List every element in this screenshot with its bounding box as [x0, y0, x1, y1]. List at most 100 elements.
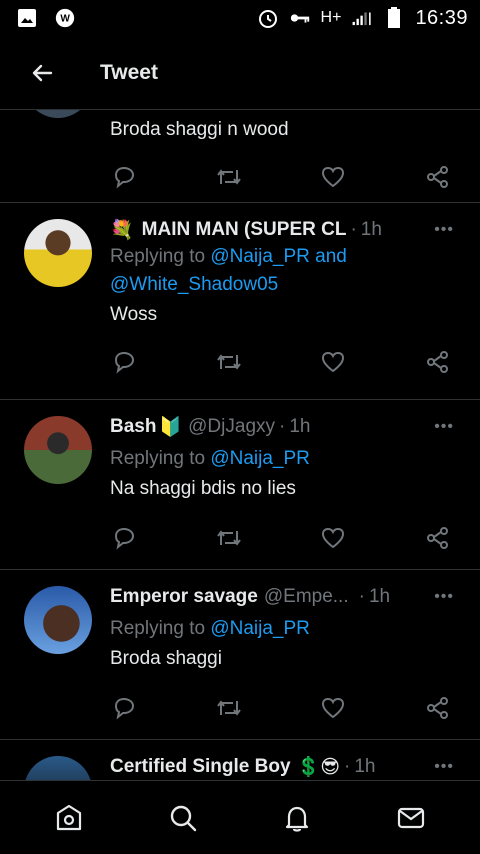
messages-icon	[397, 807, 425, 828]
timestamp[interactable]: 1h	[369, 586, 390, 608]
alarm-icon	[257, 7, 279, 29]
home-icon	[56, 804, 82, 830]
app-notification-icon: W	[54, 7, 76, 29]
replying-to: Replying to @Naija_PR	[110, 445, 464, 473]
display-name[interactable]: Certified Single Boy	[110, 756, 291, 778]
reply-icon	[114, 697, 135, 720]
vpn-key-icon	[289, 7, 311, 29]
retweet-button[interactable]	[215, 348, 243, 376]
dot-separator: ·	[350, 219, 357, 240]
reply-button[interactable]	[110, 163, 138, 191]
avatar[interactable]	[24, 756, 92, 780]
dot-separator: ·	[344, 756, 351, 777]
emoji-bouquet: 💐	[110, 220, 134, 241]
share-button[interactable]	[424, 348, 452, 376]
reply-button[interactable]	[110, 348, 138, 376]
reply-feed[interactable]: Broda shaggi n wood ••• 💐 MAIN MAN (SUPE…	[0, 110, 480, 780]
display-name[interactable]: MAIN MAN (SUPER CL	[142, 219, 347, 241]
display-name[interactable]: Bash	[110, 416, 156, 438]
retweet-icon	[216, 169, 241, 185]
share-icon	[426, 351, 448, 373]
status-bar: W H+ 16:39	[0, 0, 480, 36]
user-handle[interactable]: @DjJagxy	[188, 416, 275, 438]
battery-icon	[383, 7, 405, 29]
notifications-icon	[285, 806, 309, 832]
timestamp[interactable]: 1h	[354, 756, 375, 778]
more-options-button[interactable]: •••	[434, 588, 454, 606]
nav-search[interactable]	[159, 794, 207, 842]
nav-notifications[interactable]	[273, 794, 321, 842]
timestamp[interactable]: 1h	[361, 219, 382, 241]
avatar[interactable]	[24, 219, 92, 287]
mention-link[interactable]: @Naija_PR	[210, 448, 310, 469]
like-button[interactable]	[319, 694, 347, 722]
network-type: H+	[320, 9, 342, 26]
heart-icon	[322, 351, 345, 373]
reply-icon	[114, 351, 135, 374]
like-button[interactable]	[319, 163, 347, 191]
avatar[interactable]	[24, 110, 92, 118]
user-handle[interactable]: @Empe...	[264, 586, 349, 608]
retweet-button[interactable]	[215, 694, 243, 722]
back-button[interactable]	[22, 53, 62, 93]
tweet-text: Woss	[110, 304, 158, 325]
tweet-actions	[110, 160, 452, 194]
nav-messages[interactable]	[387, 794, 435, 842]
retweet-icon	[216, 354, 241, 370]
tweet-text: Broda shaggi	[110, 648, 222, 669]
bottom-navigation	[0, 780, 480, 854]
replying-to-label: Replying to	[110, 618, 211, 639]
share-button[interactable]	[424, 694, 452, 722]
reply-button[interactable]	[110, 694, 138, 722]
avatar[interactable]	[24, 586, 92, 654]
reply-icon	[114, 527, 135, 550]
mention-link[interactable]: @Naija_PR	[210, 618, 310, 639]
arrow-left-icon	[32, 64, 53, 81]
retweet-icon	[216, 700, 241, 716]
replying-to: Replying to @Naija_PR	[110, 615, 464, 643]
heart-icon	[322, 527, 345, 549]
heart-icon	[322, 697, 345, 719]
heart-icon	[322, 166, 345, 188]
timestamp[interactable]: 1h	[289, 416, 310, 438]
reply-button[interactable]	[110, 524, 138, 552]
tweet-meta: Emperor savage @Empe... · 1h	[110, 584, 464, 610]
retweet-button[interactable]	[215, 163, 243, 191]
emoji-beginner: 🔰	[158, 417, 183, 438]
display-name[interactable]: Emperor savage	[110, 586, 258, 608]
tweet[interactable]: Broda shaggi n wood	[0, 110, 480, 203]
mention-link[interactable]: @Naija_PR	[210, 246, 310, 267]
page-title: Tweet	[100, 60, 158, 84]
gallery-icon	[16, 7, 38, 29]
tweet-text: Broda shaggi n wood	[110, 119, 289, 140]
retweet-button[interactable]	[215, 524, 243, 552]
like-button[interactable]	[319, 524, 347, 552]
tweet[interactable]: ••• 💐 MAIN MAN (SUPER CL · 1h Replying t…	[0, 203, 480, 400]
more-options-button[interactable]: •••	[434, 221, 454, 239]
tweet[interactable]: ••• Bash 🔰 @DjJagxy · 1h Replying to @Na…	[0, 400, 480, 570]
nav-home[interactable]	[45, 794, 93, 842]
tweet-actions	[110, 345, 452, 379]
tweet-header: Tweet	[0, 36, 480, 110]
share-button[interactable]	[424, 163, 452, 191]
tweet-meta: 💐 MAIN MAN (SUPER CL · 1h	[110, 217, 464, 243]
mention-link[interactable]: @White_Shadow05	[110, 274, 278, 295]
like-button[interactable]	[319, 348, 347, 376]
reply-icon	[114, 166, 135, 189]
signal-icon	[351, 7, 373, 29]
tweet[interactable]: ••• Certified Single Boy 💲😎 · 1h	[0, 740, 480, 780]
tweet-text: Na shaggi bdis no lies	[110, 478, 296, 499]
svg-text:W: W	[60, 14, 70, 25]
share-icon	[426, 527, 448, 549]
more-options-button[interactable]: •••	[434, 418, 454, 436]
share-icon	[426, 166, 448, 188]
tweet[interactable]: ••• Emperor savage @Empe... · 1h Replyin…	[0, 570, 480, 740]
search-icon	[170, 805, 197, 831]
more-options-button[interactable]: •••	[434, 758, 454, 776]
status-time: 16:39	[415, 6, 468, 29]
tweet-meta: Bash 🔰 @DjJagxy · 1h	[110, 414, 464, 440]
dot-separator: ·	[279, 416, 286, 437]
share-button[interactable]	[424, 524, 452, 552]
avatar[interactable]	[24, 416, 92, 484]
mention-joiner: and	[309, 246, 347, 267]
